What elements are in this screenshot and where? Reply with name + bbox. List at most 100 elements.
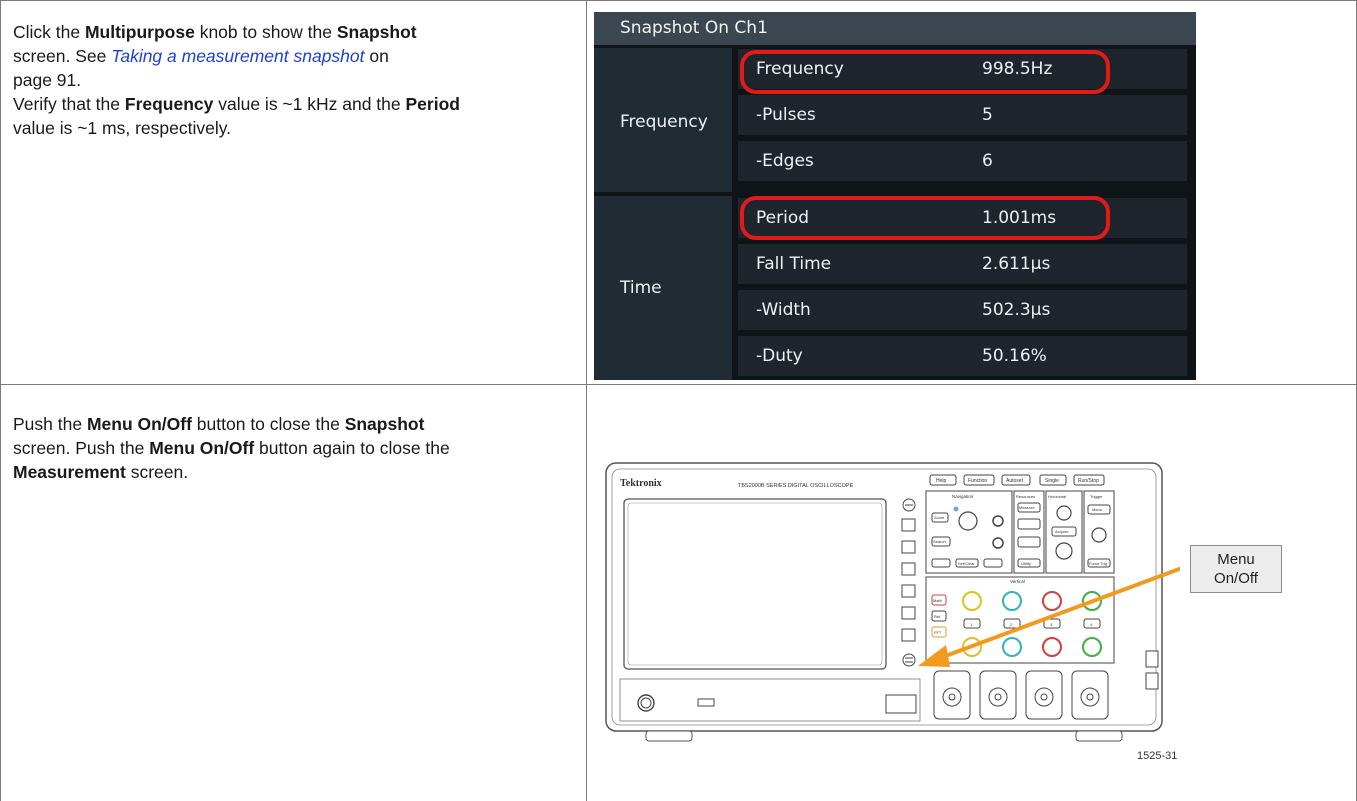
- horizontal-label: Horizontal: [1048, 494, 1066, 499]
- bnc-center: [1040, 693, 1048, 701]
- scope-foot-left: [645, 730, 693, 742]
- bold-term: Multipurpose: [84, 22, 195, 42]
- frequency-highlight-ring: [740, 50, 1110, 94]
- zoom-button-label: Zoom: [934, 515, 945, 520]
- text-run: screen. Push the: [13, 438, 150, 458]
- text-line: page 91.: [13, 68, 578, 92]
- probe-comp-terminal[interactable]: [1145, 650, 1159, 668]
- horizontal-position-knob[interactable]: [1056, 505, 1072, 521]
- table-column-divider: [586, 0, 587, 801]
- bnc-center: [1086, 693, 1094, 701]
- text-run: value is ~1 ms, respectively.: [13, 118, 232, 138]
- table-border-left: [0, 0, 1, 801]
- text-run: page 91.: [13, 70, 82, 90]
- text-run: button to close the: [191, 414, 345, 434]
- side-bezel-button[interactable]: [901, 518, 916, 532]
- front-button-row: Help Function Autoset Single Run/Stop: [929, 474, 1105, 486]
- measure-button-label: Measure: [1019, 505, 1035, 510]
- cursor-knob[interactable]: [992, 515, 1004, 527]
- measurement-name: -Width: [756, 300, 811, 320]
- oscilloscope-illustration: Tektronix TBS2000B SERIES DIGITAL OSCILL…: [605, 462, 1180, 742]
- menu-on-off-button[interactable]: [902, 653, 916, 667]
- text-line: Measurement screen.: [13, 460, 578, 484]
- side-bezel-button[interactable]: [901, 584, 916, 598]
- trigger-level-knob[interactable]: [1091, 527, 1107, 543]
- model-label-plate: [885, 694, 917, 714]
- multipurpose-knob[interactable]: [958, 511, 978, 531]
- step-text-menu-off: Push the Menu On/Off button to close the…: [13, 412, 578, 484]
- measurement-row: Fall Time 2.611µs: [738, 244, 1187, 284]
- text-line: value is ~1 ms, respectively.: [13, 116, 578, 140]
- measurement-value: 2.611µs: [982, 254, 1051, 274]
- group-frequency: Frequency: [594, 48, 732, 192]
- resources-label: Resources: [1016, 494, 1035, 499]
- measurement-name: Fall Time: [756, 254, 832, 274]
- scope-model: TBS2000B SERIES DIGITAL OSCILLOSCOPE: [738, 483, 854, 489]
- text-run: screen.: [125, 462, 189, 482]
- bold-term: Snapshot: [344, 414, 425, 434]
- text-run: on: [364, 46, 389, 66]
- measurement-name: -Pulses: [756, 105, 816, 125]
- snapshot-reference-link[interactable]: Taking a measurement snapshot: [111, 46, 364, 66]
- default-setup-button[interactable]: [1017, 536, 1041, 548]
- text-line: Verify that the Frequency value is ~1 kH…: [13, 92, 578, 116]
- table-row-divider: [0, 384, 1357, 385]
- trigger-label: Trigger: [1090, 494, 1103, 499]
- set-clear-label: Set/Clear: [958, 561, 975, 566]
- vertical-label: Vertical: [1010, 579, 1025, 584]
- measurement-value: 5: [982, 105, 993, 125]
- math-button-label: Math: [933, 598, 942, 603]
- side-bezel-button[interactable]: [901, 562, 916, 576]
- bnc-center: [994, 693, 1002, 701]
- step-text-snapshot: Click the Multipurpose knob to show the …: [13, 20, 578, 140]
- measurement-value: 6: [982, 151, 993, 171]
- next-button[interactable]: [983, 558, 1003, 568]
- horizontal-scale-knob[interactable]: [1055, 542, 1073, 560]
- bnc-center: [948, 693, 956, 701]
- ch2-position-knob[interactable]: [1002, 591, 1022, 611]
- bold-term: Measurement: [13, 462, 126, 482]
- function-button-label: Function: [968, 478, 987, 484]
- group-time: Time: [594, 196, 732, 380]
- measurement-row: -Duty 50.16%: [738, 336, 1187, 376]
- text-line: screen. See Taking a measurement snapsho…: [13, 44, 578, 68]
- help-button-label: Help: [936, 478, 947, 484]
- prev-button[interactable]: [931, 558, 951, 568]
- search-button-label: Search: [933, 539, 946, 544]
- bold-term: Frequency: [124, 94, 214, 114]
- callout-line: On/Off: [1214, 570, 1258, 587]
- power-button-inner: [640, 697, 652, 709]
- ch3-scale-knob[interactable]: [1042, 637, 1062, 657]
- text-run: button again to close the: [254, 438, 450, 458]
- run-stop-button-label: Run/Stop: [1078, 478, 1099, 484]
- force-trig-label: Force Trig: [1089, 561, 1107, 566]
- measurement-name: -Duty: [756, 346, 803, 366]
- bold-term: Snapshot: [336, 22, 417, 42]
- save-recall-button[interactable]: [1017, 518, 1041, 530]
- text-line: Click the Multipurpose knob to show the …: [13, 20, 578, 44]
- side-bezel-button[interactable]: [901, 628, 916, 642]
- ch2-scale-knob[interactable]: [1002, 637, 1022, 657]
- snapshot-title: Snapshot On Ch1: [594, 12, 1196, 45]
- bold-term: Period: [405, 94, 460, 114]
- text-run: screen. See: [13, 46, 112, 66]
- text-run: Click the: [13, 22, 85, 42]
- ch3-position-knob[interactable]: [1042, 591, 1062, 611]
- group-label: Frequency: [620, 112, 708, 132]
- text-run: Push the: [13, 414, 87, 434]
- measurement-row: -Width 502.3µs: [738, 290, 1187, 330]
- side-bezel-button[interactable]: [901, 540, 916, 554]
- ch4-scale-knob[interactable]: [1082, 637, 1102, 657]
- ground-terminal[interactable]: [1145, 672, 1159, 690]
- scope-brand: Tektronix: [620, 478, 662, 489]
- group-label: Time: [620, 278, 662, 298]
- usb-port[interactable]: [697, 698, 715, 707]
- measurement-value: 50.16%: [982, 346, 1047, 366]
- period-highlight-ring: [740, 196, 1110, 240]
- side-bezel-button[interactable]: [901, 606, 916, 620]
- scope-display: [623, 498, 887, 670]
- ch1-position-knob[interactable]: [962, 591, 982, 611]
- text-run: knob to show the: [194, 22, 337, 42]
- fine-knob[interactable]: [992, 537, 1004, 549]
- knob-indicator: [953, 506, 959, 512]
